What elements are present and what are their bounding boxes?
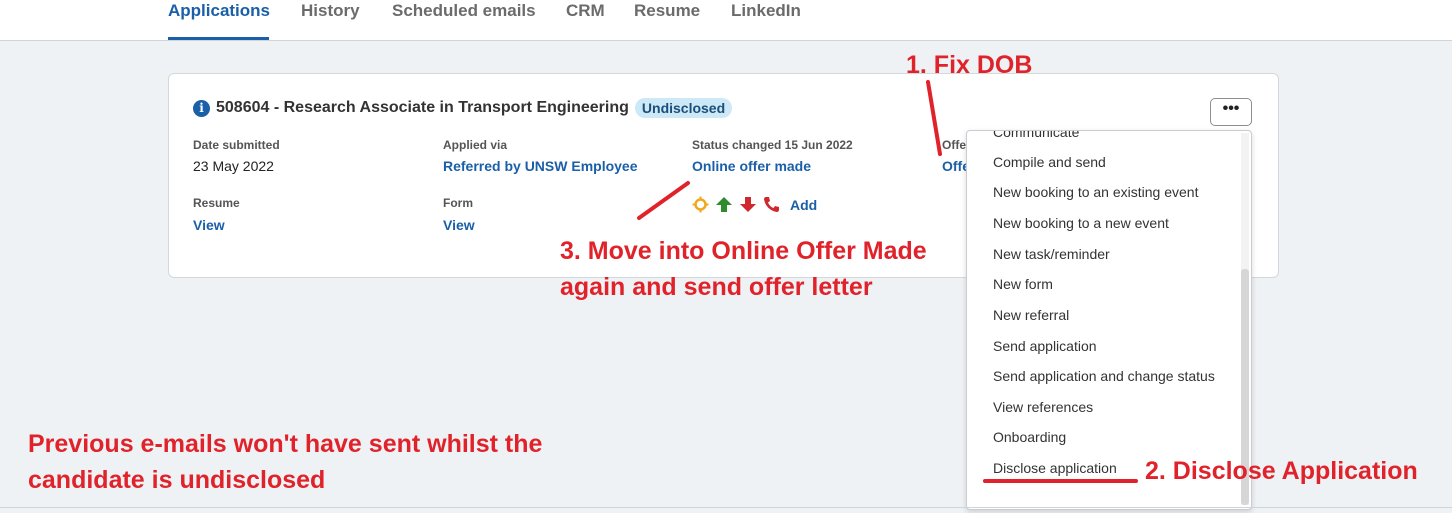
applied-via-label: Applied via [443,138,508,152]
applied-via-link[interactable]: Referred by UNSW Employee [443,158,638,174]
menu-item-new-form[interactable]: New form [993,276,1053,292]
menu-item-send-and-change-status[interactable]: Send application and change status [993,368,1215,384]
menu-item-new-booking-existing[interactable]: New booking to an existing event [993,184,1198,200]
offer-label: Offe [942,138,966,152]
menu-item-disclose-application[interactable]: Disclose application [993,460,1117,476]
annotation-note-line1: Previous e-mails won't have sent whilst … [28,430,543,458]
info-icon[interactable]: i [193,99,210,117]
menu-item-onboarding[interactable]: Onboarding [993,429,1066,445]
tab-linkedin[interactable]: LinkedIn [731,0,801,40]
status-changed-label: Status changed 15 Jun 2022 [692,138,853,152]
tab-history[interactable]: History [301,0,360,40]
phone-icon[interactable] [763,196,780,213]
arrow-up-icon[interactable] [715,196,733,213]
annotation-move-line2: again and send offer letter [560,273,873,301]
date-submitted-value: 23 May 2022 [193,158,274,174]
menu-item-new-booking-new[interactable]: New booking to a new event [993,215,1169,231]
target-icon[interactable] [692,196,709,213]
tab-bar: Applications History Scheduled emails CR… [0,0,1452,41]
annotation-move-line1: 3. Move into Online Offer Made [560,237,927,265]
resume-view-link[interactable]: View [193,217,225,233]
menu-item-compile-and-send[interactable]: Compile and send [993,154,1106,170]
menu-item-view-references[interactable]: View references [993,399,1093,415]
annotation-note-line2: candidate is undisclosed [28,466,326,494]
tab-scheduled-emails[interactable]: Scheduled emails [392,0,536,40]
job-title: 508604 - Research Associate in Transport… [216,99,629,116]
more-actions-button[interactable]: ••• [1210,98,1252,126]
menu-item-communicate[interactable]: Communicate [993,131,1079,140]
annotation-disclose: 2. Disclose Application [1145,457,1418,485]
menu-item-new-task[interactable]: New task/reminder [993,246,1110,262]
resume-label: Resume [193,196,240,210]
actions-dropdown-menu: Communicate Compile and send New booking… [966,130,1252,510]
status-link[interactable]: Online offer made [692,158,811,174]
date-submitted-label: Date submitted [193,138,280,152]
tab-crm[interactable]: CRM [566,0,605,40]
bottom-divider [0,507,1452,508]
add-link[interactable]: Add [790,197,817,213]
application-header: i 508604 - Research Associate in Transpo… [193,96,733,120]
form-view-link[interactable]: View [443,217,475,233]
tab-applications[interactable]: Applications [168,0,270,40]
annotation-fix-dob: 1. Fix DOB [906,51,1033,79]
menu-item-new-referral[interactable]: New referral [993,307,1069,323]
menu-item-send-application[interactable]: Send application [993,338,1097,354]
status-actions: Add [692,196,817,213]
tab-resume[interactable]: Resume [634,0,700,40]
arrow-down-icon[interactable] [739,196,757,213]
form-label: Form [443,196,473,210]
status-badge: Undisclosed [634,98,733,118]
